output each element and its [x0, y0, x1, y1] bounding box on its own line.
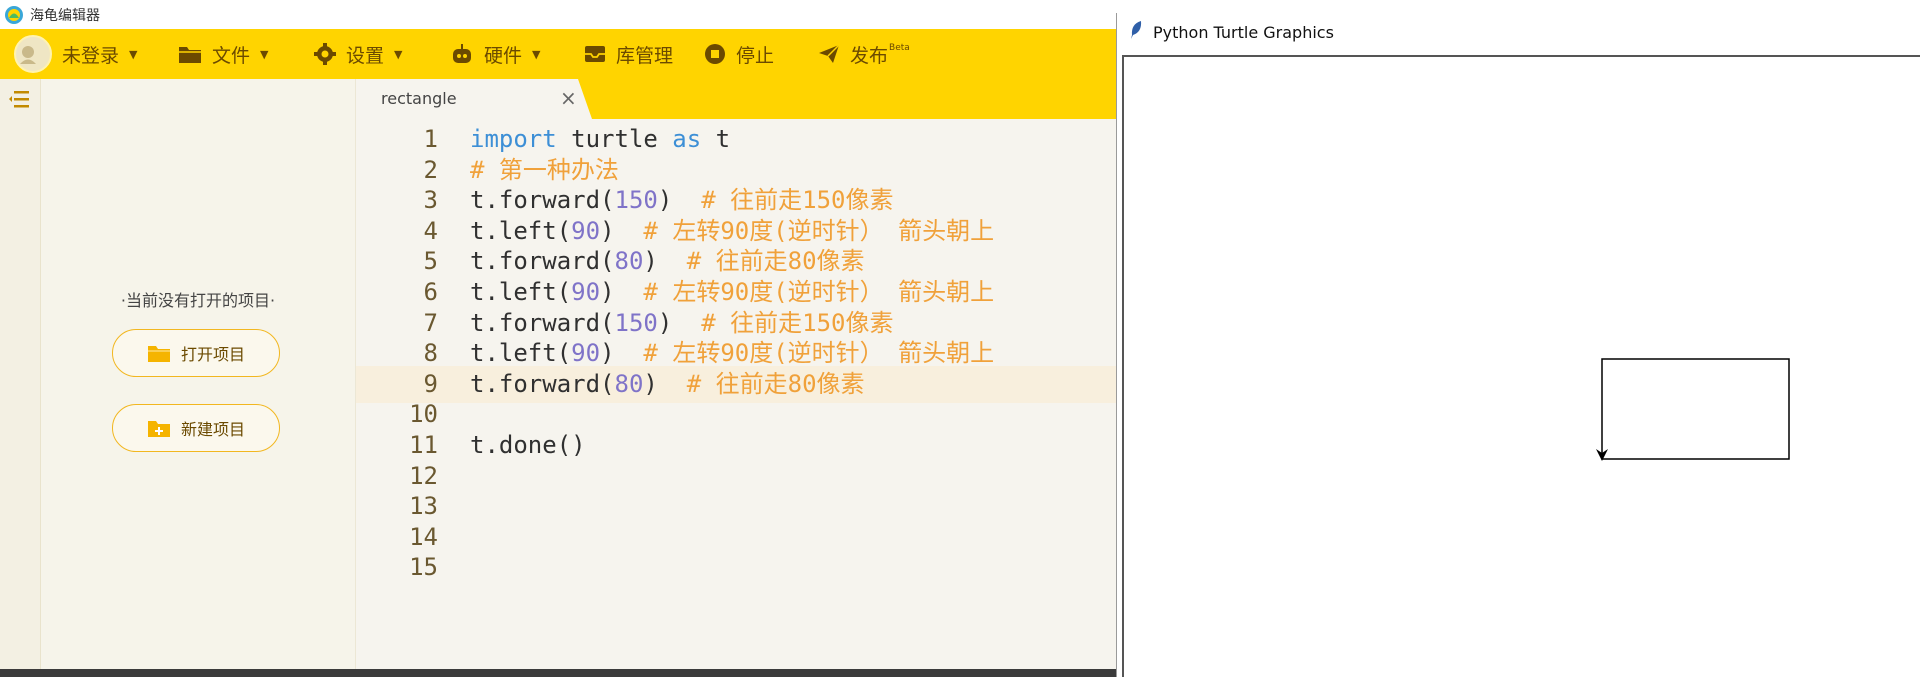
close-icon[interactable]: ×	[560, 86, 577, 110]
new-project-button[interactable]: 新建项目	[112, 404, 280, 452]
menu-icon[interactable]	[8, 89, 30, 113]
open-project-button[interactable]: 打开项目	[112, 329, 280, 377]
folder-icon	[147, 346, 170, 362]
chevron-down-icon: ▼	[394, 47, 403, 61]
gear-icon	[314, 43, 336, 65]
tab-bar: rectangle ×	[356, 79, 1120, 119]
app-logo-icon	[4, 5, 24, 25]
chevron-down-icon: ▼	[532, 47, 541, 61]
settings-label: 设置	[346, 44, 385, 67]
new-project-label: 新建项目	[180, 420, 245, 439]
paper-plane-icon	[819, 44, 840, 63]
turtle-rectangle	[1601, 358, 1790, 460]
turtle-title: Python Turtle Graphics	[1153, 22, 1334, 42]
stop-label: 停止	[736, 44, 775, 67]
robot-icon	[453, 44, 471, 63]
toolbar: 未登录 ▼ 文件 ▼ 设置 ▼ 硬件 ▼ 库管理 停止 发布 Beta	[0, 29, 1120, 79]
library-button[interactable]: 库管理	[584, 29, 673, 79]
publish-label: 发布	[850, 44, 889, 67]
tab-label: rectangle	[381, 89, 457, 108]
user-avatar-icon	[14, 35, 52, 73]
feather-icon	[1129, 20, 1143, 44]
no-project-message: ·当前没有打开的项目·	[120, 291, 276, 310]
turtle-window: Python Turtle Graphics	[1116, 13, 1920, 677]
library-label: 库管理	[616, 44, 674, 67]
file-label: 文件	[212, 44, 251, 67]
login-label: 未登录	[62, 44, 120, 67]
project-panel: ·当前没有打开的项目· 打开项目 新建项目	[41, 79, 356, 669]
turtle-titlebar: Python Turtle Graphics	[1117, 13, 1920, 51]
chevron-down-icon: ▼	[129, 47, 138, 61]
code-line[interactable]: 15	[356, 549, 1120, 586]
line-number: 15	[409, 553, 438, 582]
code-editor[interactable]: 1 import turtle as t 2 # 第一种办法 3 t.forward(15…	[356, 119, 1120, 669]
publish-button[interactable]: 发布 Beta	[818, 29, 910, 79]
hardware-label: 硬件	[484, 44, 523, 67]
login-menu[interactable]: 未登录 ▼	[14, 29, 137, 79]
status-bar	[0, 669, 1120, 677]
inbox-icon	[585, 46, 605, 62]
new-folder-icon	[147, 421, 170, 437]
file-menu[interactable]: 文件 ▼	[178, 29, 268, 79]
settings-menu[interactable]: 设置 ▼	[314, 29, 402, 79]
stop-icon	[705, 44, 725, 64]
turtle-canvas	[1122, 55, 1920, 677]
chevron-down-icon: ▼	[260, 47, 269, 61]
tab-rectangle[interactable]: rectangle ×	[356, 79, 578, 119]
stop-button[interactable]: 停止	[704, 29, 774, 79]
hardware-menu[interactable]: 硬件 ▼	[450, 29, 540, 79]
open-project-label: 打开项目	[180, 345, 245, 364]
left-strip	[0, 79, 41, 669]
beta-badge: Beta	[889, 43, 910, 53]
app-title: 海龟编辑器	[30, 7, 100, 24]
folder-icon	[179, 47, 201, 63]
